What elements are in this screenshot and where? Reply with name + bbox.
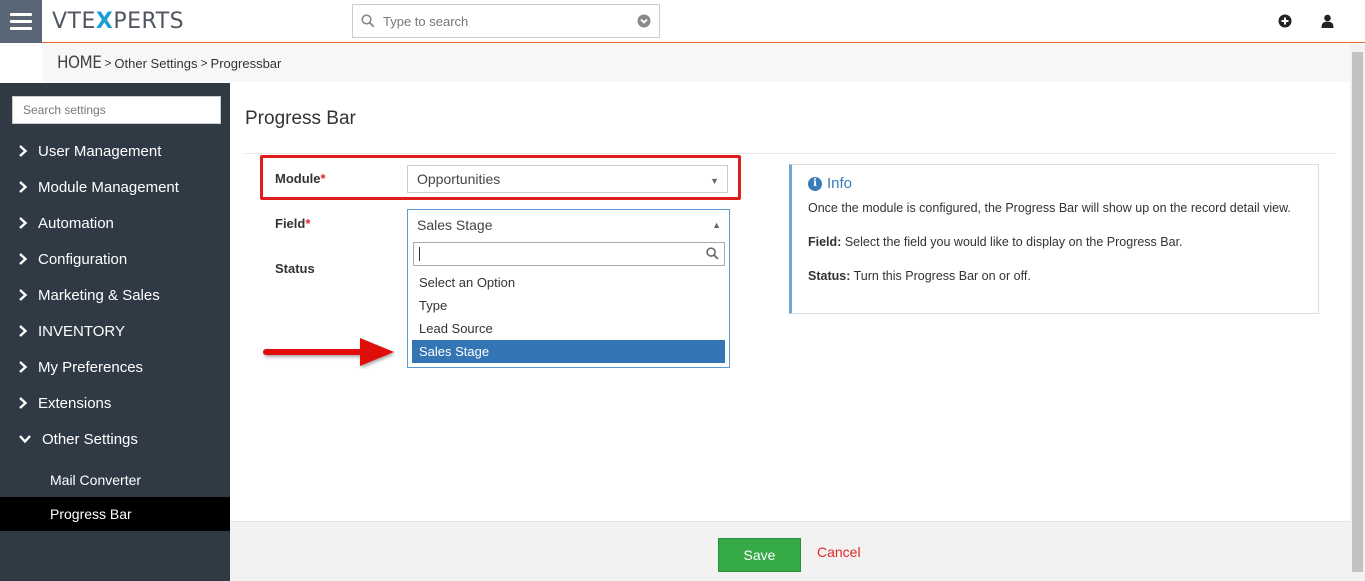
top-bar: VTEXPERTS Type to search [0, 0, 1365, 43]
sidebar-item-configuration[interactable]: Configuration [0, 241, 230, 277]
dropdown-option-selected[interactable]: Sales Stage [412, 340, 725, 363]
info-icon: i [808, 176, 822, 191]
breadcrumb-home[interactable]: HOME [57, 53, 102, 73]
caret-up-icon: ▲ [712, 220, 721, 230]
logo-text-x: X [95, 9, 114, 34]
breadcrumb: HOME > Other Settings > Progressbar [42, 44, 1350, 82]
sidebar-item-other-settings[interactable]: Other Settings [0, 421, 230, 457]
cancel-link[interactable]: Cancel [817, 544, 861, 560]
sidebar-item-label: Module Management [38, 178, 179, 196]
info-field-description: Field: Select the field you would like t… [808, 234, 1302, 250]
scrollbar-thumb[interactable] [1352, 52, 1363, 572]
user-icon[interactable] [1319, 13, 1335, 29]
field-label-text: Field [275, 216, 306, 231]
breadcrumb-separator: > [200, 56, 208, 70]
red-arrow-annotation [260, 335, 400, 372]
info-heading: i Info [808, 175, 1302, 192]
sidebar-item-label: Automation [38, 214, 114, 232]
hamburger-icon-line [10, 20, 32, 23]
form-footer: Save Cancel [230, 521, 1350, 581]
text-caret [419, 247, 420, 261]
sidebar-item-label: INVENTORY [38, 322, 125, 340]
sidebar-item-label: User Management [38, 142, 162, 160]
settings-search-input[interactable]: Search settings [12, 96, 221, 124]
caret-down-icon: ▼ [710, 176, 719, 186]
chevron-right-icon [18, 216, 38, 230]
breadcrumb-separator: > [104, 56, 112, 70]
sidebar-item-inventory[interactable]: INVENTORY [0, 313, 230, 349]
chevron-right-icon [18, 396, 38, 410]
sidebar-subitem-progress-bar[interactable]: Progress Bar [0, 497, 230, 531]
sidebar-item-label: My Preferences [38, 358, 144, 376]
menu-toggle-button[interactable] [0, 0, 42, 43]
search-icon [706, 247, 719, 263]
global-search-input[interactable]: Type to search [352, 4, 660, 38]
save-button[interactable]: Save [718, 538, 801, 572]
required-mark: * [320, 171, 326, 186]
field-label: Field* [275, 216, 310, 231]
chevron-right-icon [18, 180, 38, 194]
hamburger-icon-line [10, 13, 32, 16]
main-content: Progress Bar Module* Opportunities ▼ Fie… [230, 83, 1350, 521]
chevron-right-icon [18, 324, 38, 338]
required-mark: * [305, 216, 311, 231]
sidebar-item-marketing-sales[interactable]: Marketing & Sales [0, 277, 230, 313]
field-select-value: Sales Stage [417, 216, 493, 233]
vtexperts-logo[interactable]: VTEXPERTS [52, 9, 184, 34]
dropdown-search-input[interactable] [413, 242, 725, 266]
hamburger-icon-line [10, 27, 32, 30]
chevron-right-icon [18, 360, 38, 374]
top-actions [1277, 13, 1335, 29]
module-select-value: Opportunities [417, 171, 501, 187]
sidebar-item-extensions[interactable]: Extensions [0, 385, 230, 421]
field-dropdown: Select an Option Type Lead Source Sales … [407, 238, 730, 368]
sidebar-item-module-management[interactable]: Module Management [0, 169, 230, 205]
info-status-text: Turn this Progress Bar on or off. [853, 269, 1031, 283]
sidebar-item-automation[interactable]: Automation [0, 205, 230, 241]
settings-menu: User Management Module Management Automa… [0, 133, 230, 531]
info-field-term: Field: [808, 235, 842, 249]
sidebar-item-label: Configuration [38, 250, 128, 268]
plus-circle-icon[interactable] [1277, 13, 1293, 29]
sidebar-item-user-management[interactable]: User Management [0, 133, 230, 169]
search-icon [353, 14, 383, 28]
info-intro: Once the module is configured, the Progr… [808, 201, 1291, 215]
status-label: Status [275, 261, 315, 276]
sidebar-item-label: Other Settings [42, 430, 138, 448]
info-panel: i Info Once the module is configured, th… [789, 164, 1319, 314]
dropdown-option[interactable]: Type [412, 294, 725, 317]
dropdown-option[interactable]: Lead Source [412, 317, 725, 340]
divider [245, 153, 1335, 154]
field-select[interactable]: Sales Stage ▲ [407, 209, 730, 239]
sidebar-item-my-preferences[interactable]: My Preferences [0, 349, 230, 385]
sidebar-item-label: Marketing & Sales [38, 286, 160, 304]
breadcrumb-progressbar: Progressbar [210, 55, 282, 71]
chevron-right-icon [18, 144, 38, 158]
breadcrumb-other-settings[interactable]: Other Settings [114, 56, 197, 71]
chevron-down-icon [18, 434, 42, 444]
page-title: Progress Bar [245, 108, 356, 129]
chevron-down-circle-icon[interactable] [629, 14, 659, 28]
sidebar-subitem-mail-converter[interactable]: Mail Converter [0, 463, 230, 497]
sidebar-subitem-label: Mail Converter [50, 472, 142, 488]
module-label-text: Module [275, 171, 321, 186]
module-select[interactable]: Opportunities ▼ [407, 165, 728, 193]
settings-sidebar: Search settings User Management Module M… [0, 83, 230, 581]
info-field-text: Select the field you would like to displ… [844, 235, 1183, 249]
logo-text-left: VTE [52, 9, 96, 34]
logo-text-right: PERTS [113, 9, 185, 34]
global-search-placeholder: Type to search [383, 13, 469, 29]
page-scrollbar[interactable] [1350, 44, 1365, 581]
sidebar-subitem-label: Progress Bar [50, 506, 132, 522]
sidebar-item-label: Extensions [38, 394, 112, 412]
info-status-term: Status: [808, 269, 851, 283]
info-title-text: Info [827, 175, 853, 192]
info-status-description: Status: Turn this Progress Bar on or off… [808, 268, 1302, 284]
dropdown-option[interactable]: Select an Option [412, 271, 725, 294]
chevron-right-icon [18, 288, 38, 302]
module-label: Module* [275, 171, 326, 186]
chevron-right-icon [18, 252, 38, 266]
